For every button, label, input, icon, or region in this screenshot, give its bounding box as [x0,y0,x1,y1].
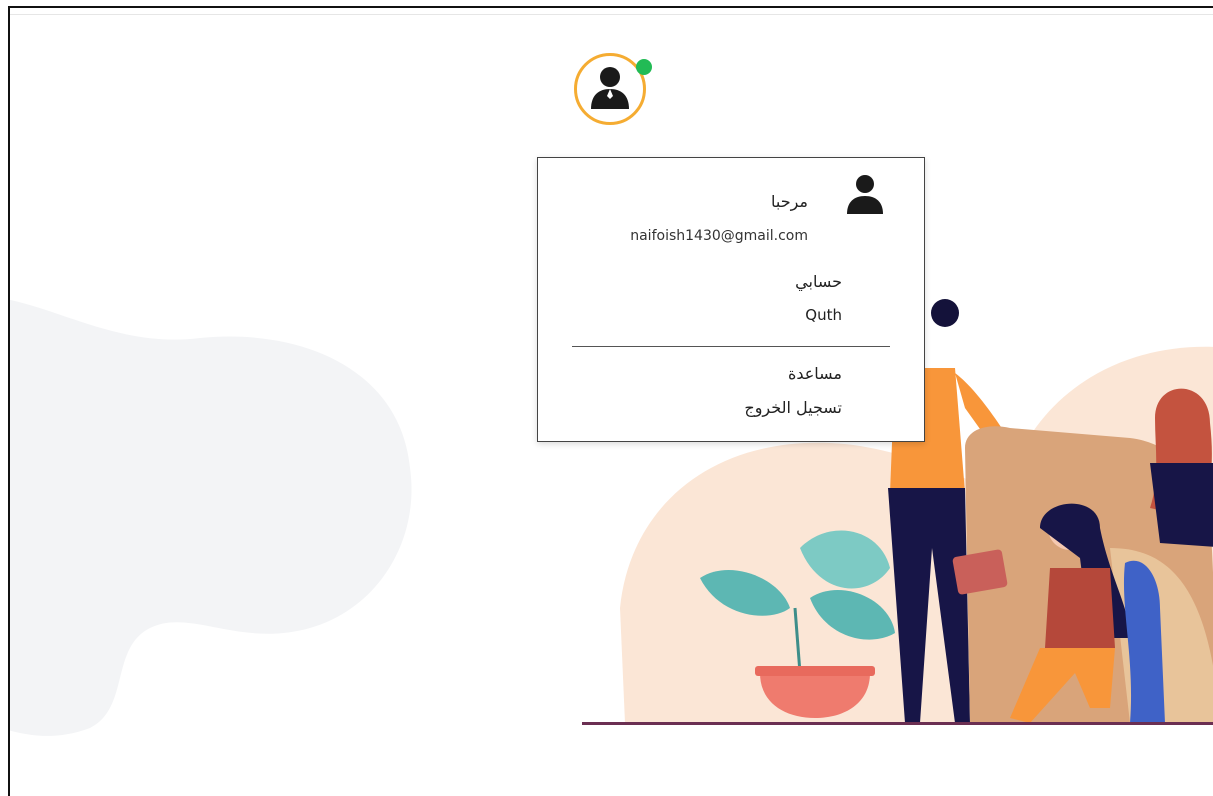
user-icon [844,172,886,220]
user-icon [587,63,633,115]
user-email: naifoish1430@gmail.com [630,228,808,244]
greeting-text: مرحبا [771,192,808,211]
user-dropdown-menu: مرحبا naifoish1430@gmail.com حسابي Quth … [537,157,925,442]
header-divider [10,14,1213,15]
account-name: Quth [805,306,842,324]
menu-divider [572,346,890,347]
background-blob [10,299,412,736]
user-avatar-button[interactable] [574,53,646,125]
help-menu-item[interactable]: مساعدة [788,364,842,383]
online-status-indicator [636,59,652,75]
my-account-link[interactable]: حسابي [795,272,842,291]
app-frame: مرحبا naifoish1430@gmail.com حسابي Quth … [8,6,1213,796]
logout-menu-item[interactable]: تسجيل الخروج [744,398,842,417]
